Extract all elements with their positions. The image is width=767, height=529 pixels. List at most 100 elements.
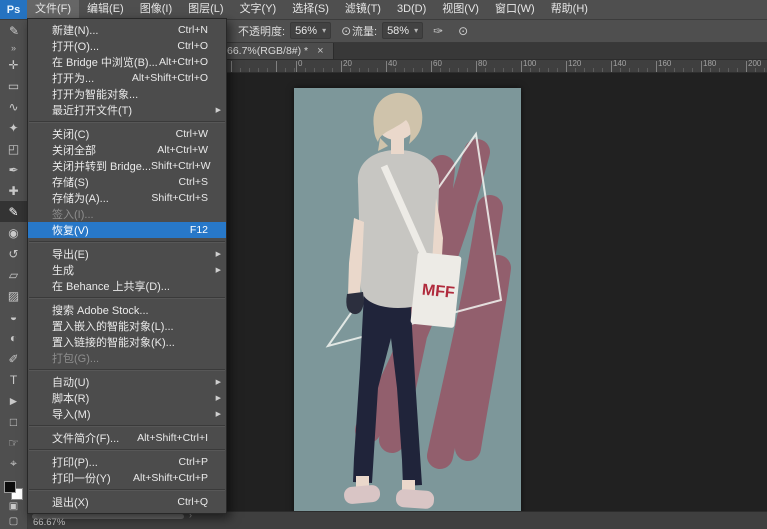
- menu-item-shortcut: Ctrl+Q: [177, 496, 220, 508]
- document-canvas[interactable]: MFF: [294, 88, 521, 512]
- menu-item-label: 关闭(C): [52, 126, 89, 142]
- menu-item-shortcut: Ctrl+P: [179, 456, 220, 468]
- menu-item-label: 在 Behance 上共享(D)...: [52, 278, 170, 294]
- menu-item[interactable]: 置入嵌入的智能对象(L)...: [28, 318, 226, 334]
- menubar-item[interactable]: 图层(L): [180, 0, 231, 19]
- clone-stamp-tool[interactable]: ◉: [0, 222, 27, 243]
- menubar-item[interactable]: 图像(I): [132, 0, 180, 19]
- collapse-tools-button[interactable]: »: [11, 42, 16, 54]
- menu-item[interactable]: 存储为(A)...Shift+Ctrl+S: [28, 190, 226, 206]
- menu-item[interactable]: 恢复(V)F12: [28, 222, 226, 238]
- menu-item-shortcut: Alt+Shift+Ctrl+O: [132, 72, 220, 84]
- pen-tool[interactable]: ✐: [0, 348, 27, 369]
- menu-item[interactable]: 搜索 Adobe Stock...: [28, 302, 226, 318]
- menu-item[interactable]: 在 Bridge 中浏览(B)...Alt+Ctrl+O: [28, 54, 226, 70]
- path-selection-tool[interactable]: ►: [0, 390, 27, 411]
- marquee-tool[interactable]: ▭: [0, 75, 27, 96]
- menu-item-label: 置入链接的智能对象(K)...: [52, 334, 175, 350]
- menubar-item[interactable]: 滤镜(T): [337, 0, 389, 19]
- shape-tool[interactable]: □: [0, 411, 27, 432]
- tab-close-icon[interactable]: ×: [317, 46, 323, 56]
- pressure-size-icon[interactable]: ⊙: [453, 22, 473, 40]
- menu-item-label: 打印一份(Y): [52, 470, 111, 486]
- brush-tool[interactable]: ✎: [0, 201, 27, 222]
- menu-item[interactable]: 置入链接的智能对象(K)...: [28, 334, 226, 350]
- menu-item[interactable]: 在 Behance 上共享(D)...: [28, 278, 226, 294]
- submenu-arrow-icon: ▶: [216, 266, 221, 274]
- history-brush-tool[interactable]: ↺: [0, 243, 27, 264]
- menubar-item[interactable]: 文件(F): [27, 0, 79, 19]
- crop-tool[interactable]: ◰: [0, 138, 27, 159]
- menubar-item[interactable]: 选择(S): [284, 0, 337, 19]
- menubar-item[interactable]: 帮助(H): [543, 0, 596, 19]
- dodge-tool[interactable]: ◐: [0, 327, 27, 348]
- menubar-item[interactable]: 视图(V): [434, 0, 487, 19]
- menubar-item[interactable]: 编辑(E): [79, 0, 132, 19]
- zoom-tool[interactable]: ⌖: [0, 453, 27, 474]
- menu-separator: [29, 369, 225, 371]
- blur-tool[interactable]: ◒: [0, 306, 27, 327]
- menubar-item[interactable]: 文字(Y): [232, 0, 285, 19]
- menu-item[interactable]: 关闭全部Alt+Ctrl+W: [28, 142, 226, 158]
- document-tab[interactable]: 66.7%(RGB/8#) * ×: [218, 42, 334, 59]
- menu-item[interactable]: 存储(S)Ctrl+S: [28, 174, 226, 190]
- airbrush-icon[interactable]: ✑: [428, 22, 448, 40]
- menu-item-label: 在 Bridge 中浏览(B)...: [52, 54, 158, 70]
- menu-separator: [29, 449, 225, 451]
- ruler-number: 60: [433, 59, 442, 68]
- lasso-tool[interactable]: ∿: [0, 96, 27, 117]
- menu-separator: [29, 425, 225, 427]
- foreground-color-swatch[interactable]: [4, 481, 16, 493]
- menu-item[interactable]: 退出(X)Ctrl+Q: [28, 494, 226, 510]
- menu-item-shortcut: Alt+Shift+Ctrl+I: [137, 432, 220, 444]
- file-menu: 新建(N)...Ctrl+N打开(O)...Ctrl+O在 Bridge 中浏览…: [27, 18, 227, 514]
- menu-item[interactable]: 打印一份(Y)Alt+Shift+Ctrl+P: [28, 470, 226, 486]
- gradient-tool[interactable]: ▨: [0, 285, 27, 306]
- eraser-tool[interactable]: ▱: [0, 264, 27, 285]
- zoom-level-field[interactable]: 66.67%: [33, 517, 65, 528]
- submenu-arrow-icon: ▶: [216, 106, 221, 114]
- move-tool[interactable]: ✛: [0, 54, 27, 75]
- submenu-arrow-icon: ▶: [216, 378, 221, 386]
- menu-item[interactable]: 最近打开文件(T)▶: [28, 102, 226, 118]
- menu-item-label: 关闭全部: [52, 142, 96, 158]
- screen-mode-button[interactable]: ▢: [0, 514, 27, 529]
- menu-item-label: 存储(S): [52, 174, 89, 190]
- menu-item-shortcut: Ctrl+N: [178, 24, 220, 36]
- menu-item-label: 打印(P)...: [52, 454, 98, 470]
- menu-item-label: 脚本(R): [52, 390, 89, 406]
- brush-preset-picker[interactable]: ✎: [4, 22, 24, 40]
- quick-mask-button[interactable]: ▣: [0, 500, 27, 515]
- hand-tool[interactable]: ☞: [0, 432, 27, 453]
- tools-list: ✛▭∿✦◰✒✚✎◉↺▱▨◒◐✐T►□☞⌖: [0, 54, 27, 474]
- tools-panel: » ✛▭∿✦◰✒✚✎◉↺▱▨◒◐✐T►□☞⌖ ▣ ▢: [0, 42, 28, 529]
- menu-item[interactable]: 导入(M)▶: [28, 406, 226, 422]
- menu-item-label: 搜索 Adobe Stock...: [52, 302, 149, 318]
- menu-item-label: 导出(E): [52, 246, 89, 262]
- menu-item[interactable]: 关闭(C)Ctrl+W: [28, 126, 226, 142]
- menu-item-shortcut: Alt+Ctrl+O: [159, 56, 220, 68]
- flow-value[interactable]: 58% ▾: [382, 22, 423, 39]
- menu-item[interactable]: 打印(P)... Ctrl+P: [28, 454, 226, 470]
- menu-item-label: 导入(M): [52, 406, 91, 422]
- menubar-item[interactable]: 窗口(W): [487, 0, 543, 19]
- menu-item[interactable]: 打开为智能对象...: [28, 86, 226, 102]
- opacity-value[interactable]: 56% ▾: [290, 22, 331, 39]
- menu-item[interactable]: 文件简介(F)...Alt+Shift+Ctrl+I: [28, 430, 226, 446]
- healing-brush-tool[interactable]: ✚: [0, 180, 27, 201]
- menubar-item[interactable]: 3D(D): [389, 0, 434, 19]
- type-tool[interactable]: T: [0, 369, 27, 390]
- menu-item[interactable]: 新建(N)...Ctrl+N: [28, 22, 226, 38]
- menu-item[interactable]: 生成 ▶: [28, 262, 226, 278]
- menu-item[interactable]: 打开为...Alt+Shift+Ctrl+O: [28, 70, 226, 86]
- menu-item[interactable]: 自动(U)▶: [28, 374, 226, 390]
- menu-item[interactable]: 导出(E)▶: [28, 246, 226, 262]
- menu-item[interactable]: 脚本(R)▶: [28, 390, 226, 406]
- menubar: Ps 文件(F)编辑(E)图像(I)图层(L)文字(Y)选择(S)滤镜(T)3D…: [0, 0, 767, 20]
- menu-item[interactable]: 关闭并转到 Bridge...Shift+Ctrl+W: [28, 158, 226, 174]
- color-swatches[interactable]: [0, 477, 27, 500]
- menu-item[interactable]: 打开(O)...Ctrl+O: [28, 38, 226, 54]
- menu-item-label: 生成: [52, 262, 74, 278]
- quick-selection-tool[interactable]: ✦: [0, 117, 27, 138]
- eyedropper-tool[interactable]: ✒: [0, 159, 27, 180]
